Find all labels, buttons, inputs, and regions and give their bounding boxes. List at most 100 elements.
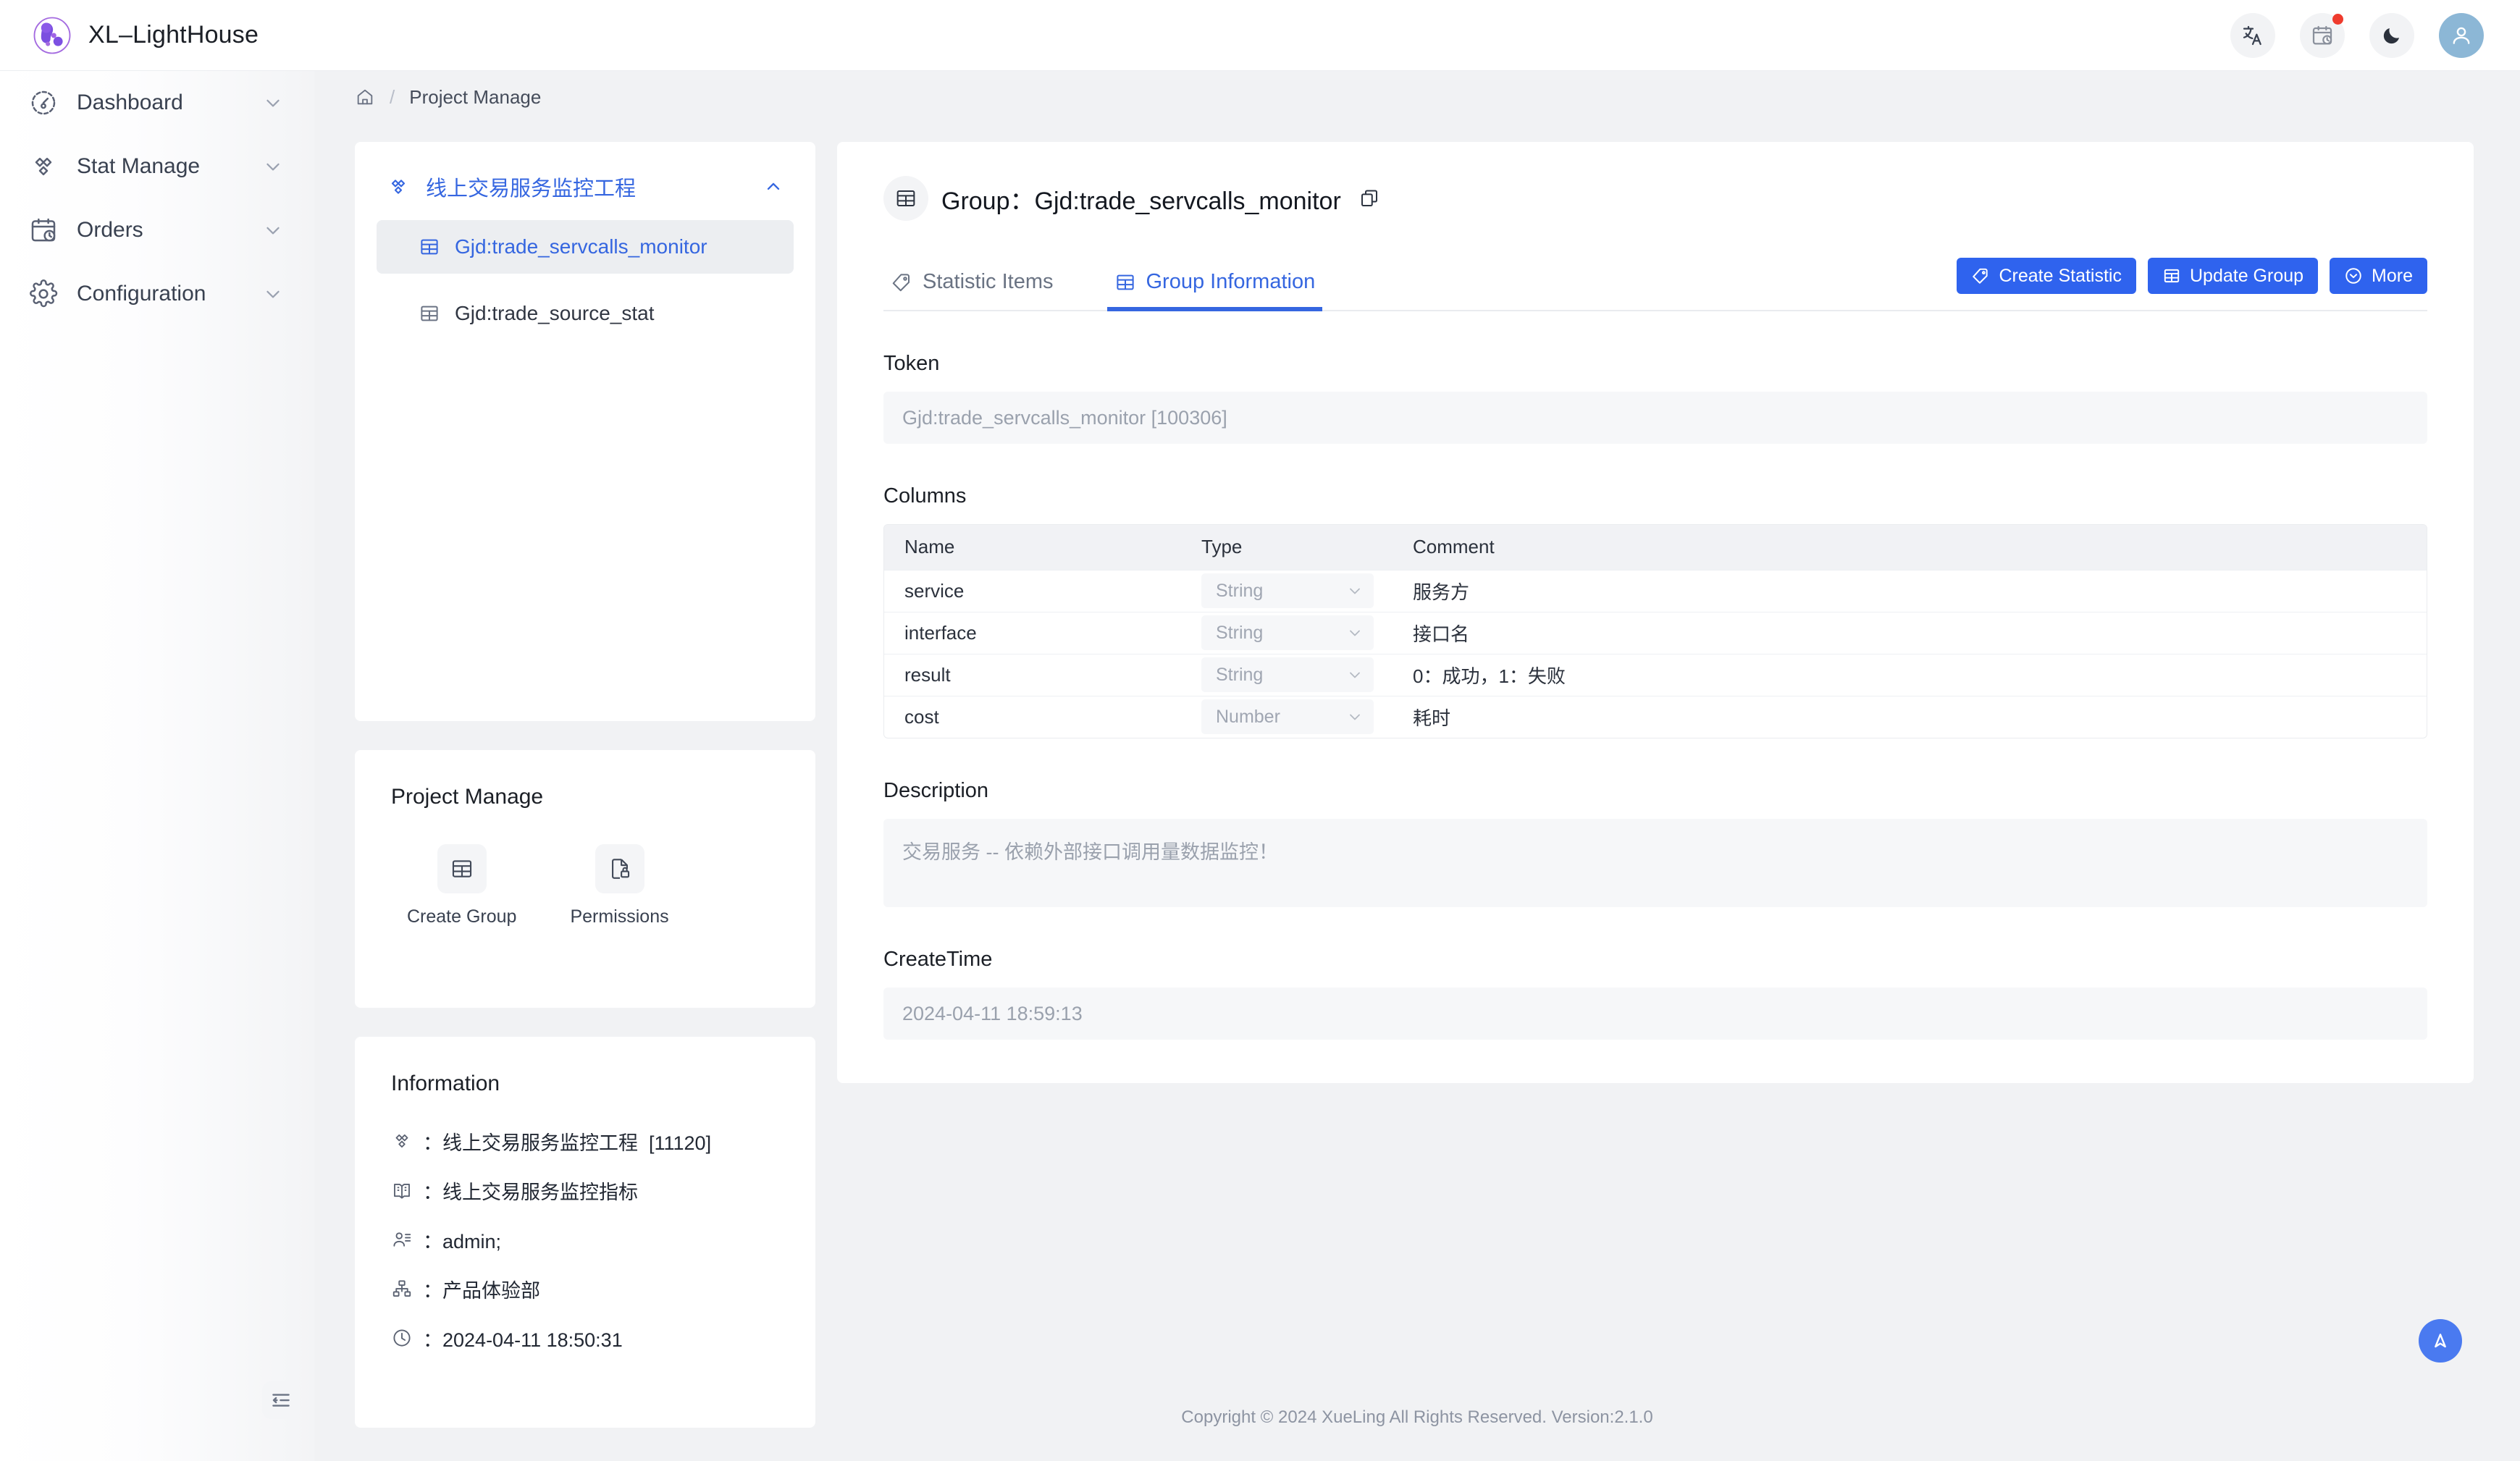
card-title: Information xyxy=(391,1071,500,1095)
footer-copyright: Copyright © 2024 XueLing All Rights Rese… xyxy=(1181,1407,1653,1427)
tab-label: Group Information xyxy=(1146,270,1316,293)
org-tree-icon xyxy=(391,1278,413,1300)
sidebar-item-stat-manage[interactable]: Stat Manage xyxy=(0,135,314,198)
info-text: ：线上交易服务监控指标 xyxy=(423,1181,638,1203)
moon-icon xyxy=(2383,28,2399,43)
info-text: ：产品体验部 xyxy=(423,1279,540,1302)
stat-diamond-icon xyxy=(387,175,410,198)
cell-name: interface xyxy=(884,611,1181,654)
create-statistic-button[interactable]: Create Statistic xyxy=(1957,258,2136,294)
cell-name: result xyxy=(884,653,1181,696)
type-select-value: Number xyxy=(1216,706,1280,727)
info-text: ：admin; xyxy=(423,1230,502,1252)
project-manage-card: Project Manage Create Group Permissions xyxy=(355,750,815,1008)
table-row: service String 服务方 xyxy=(884,569,2427,612)
tree-root-node[interactable]: 线上交易服务监控工程 xyxy=(377,167,794,207)
dark-mode-toggle[interactable] xyxy=(2369,12,2414,58)
table-icon xyxy=(883,176,928,221)
more-button[interactable]: More xyxy=(2330,258,2427,294)
cell-type: String xyxy=(1181,653,1393,696)
stat-diamond-icon xyxy=(29,152,58,181)
app-logo-icon xyxy=(33,17,71,54)
chevron-up-icon[interactable] xyxy=(763,177,784,197)
sidebar-item-configuration[interactable]: Configuration xyxy=(0,262,314,326)
translate-icon xyxy=(2243,25,2261,45)
group-header: Group：Gjd:trade_servcalls_monitor xyxy=(883,171,2427,226)
breadcrumb-current: Project Manage xyxy=(409,85,542,108)
users-icon xyxy=(391,1229,413,1250)
info-row-project: ：线上交易服务监控工程 [11120] xyxy=(391,1125,779,1157)
table-row: result String 0：成功，1：失败 xyxy=(884,653,2427,696)
button-label: More xyxy=(2372,265,2413,286)
scroll-top-arrow-icon xyxy=(2435,1334,2446,1348)
createtime-label: CreateTime xyxy=(883,948,993,971)
action-label: Permissions xyxy=(570,906,669,927)
tree-item-gjd-trade-servcalls-monitor[interactable]: Gjd:trade_servcalls_monitor xyxy=(377,220,794,274)
main-column: Group：Gjd:trade_servcalls_monitor Statis… xyxy=(837,142,2474,1428)
chevron-down-icon xyxy=(1346,624,1364,641)
button-label: Create Statistic xyxy=(1999,265,2122,286)
column-header-type: Type xyxy=(1181,525,1393,570)
cell-comment: 接口名 xyxy=(1393,611,2427,654)
circle-chevron-down-icon xyxy=(2344,266,2363,285)
action-label: Create Group xyxy=(407,906,517,927)
tree-item-gjd-trade-source-stat[interactable]: Gjd:trade_source_stat xyxy=(377,287,794,340)
content-area: 线上交易服务监控工程 Gjd:trade_servcalls_monitor G… xyxy=(314,123,2520,1428)
info-row-indicator: ：线上交易服务监控指标 xyxy=(391,1174,779,1206)
table-row: interface String 接口名 xyxy=(884,611,2427,654)
table-icon xyxy=(1114,271,1136,293)
cell-comment: 0：成功，1：失败 xyxy=(1393,653,2427,696)
update-group-button[interactable]: Update Group xyxy=(2147,258,2319,294)
table-icon xyxy=(437,844,487,893)
sidebar-item-orders[interactable]: Orders xyxy=(0,198,314,262)
type-select-value: String xyxy=(1216,580,1264,601)
brand-name: XL–LightHouse xyxy=(88,21,259,49)
type-select[interactable]: String xyxy=(1201,657,1374,692)
description-label: Description xyxy=(883,779,989,802)
permissions-button[interactable]: Permissions xyxy=(570,844,669,927)
info-text: ：2024-04-11 18:50:31 xyxy=(423,1329,623,1351)
scroll-to-top-button[interactable] xyxy=(2419,1319,2462,1363)
sidebar-item-dashboard[interactable]: Dashboard xyxy=(0,71,314,135)
token-label: Token xyxy=(883,352,940,375)
copy-icon[interactable] xyxy=(1358,188,1380,209)
breadcrumb-separator: / xyxy=(390,85,395,108)
chevron-down-icon xyxy=(262,92,284,114)
type-select[interactable]: String xyxy=(1201,573,1374,608)
info-row-created: ：2024-04-11 18:50:31 xyxy=(391,1322,779,1354)
create-group-button[interactable]: Create Group xyxy=(407,844,516,927)
brand[interactable]: XL–LightHouse xyxy=(32,15,259,56)
token-value: Gjd:trade_servcalls_monitor [100306] xyxy=(883,392,2427,444)
sidebar-collapse-button[interactable] xyxy=(262,1381,300,1419)
document-lock-icon xyxy=(595,844,644,893)
type-select[interactable]: String xyxy=(1201,615,1374,650)
calendar-icon-button[interactable] xyxy=(2300,12,2345,58)
home-icon[interactable] xyxy=(355,87,375,107)
cell-name: cost xyxy=(884,695,1181,738)
cell-comment: 服务方 xyxy=(1393,569,2427,612)
info-row-department: ：产品体验部 xyxy=(391,1273,779,1305)
column-header-name: Name xyxy=(884,525,1181,570)
sidebar-item-label: Configuration xyxy=(77,282,206,306)
breadcrumb: / Project Manage xyxy=(314,71,2520,123)
panel-action-buttons: Create Statistic Update Group More xyxy=(1957,258,2427,294)
user-avatar-icon xyxy=(2453,27,2470,44)
info-text: ：线上交易服务监控工程 [11120] xyxy=(423,1132,712,1154)
cell-type: String xyxy=(1181,611,1393,654)
tree-item-label: Gjd:trade_servcalls_monitor xyxy=(455,235,707,258)
table-row: cost Number 耗时 xyxy=(884,695,2427,738)
tab-statistic-items[interactable]: Statistic Items xyxy=(883,270,1061,310)
table-header-row: Name Type Comment xyxy=(884,525,2427,570)
sidebar-item-label: Orders xyxy=(77,218,143,242)
book-icon xyxy=(391,1179,413,1201)
cell-comment: 耗时 xyxy=(1393,695,2427,738)
tab-group-information[interactable]: Group Information xyxy=(1106,270,1323,311)
sidebar-item-label: Dashboard xyxy=(77,90,183,114)
gear-icon xyxy=(29,279,58,308)
translate-icon-button[interactable] xyxy=(2230,12,2275,58)
collapse-menu-icon xyxy=(272,1394,290,1407)
top-header-bar: XL–LightHouse xyxy=(0,0,2520,71)
user-avatar[interactable] xyxy=(2439,12,2484,58)
table-icon xyxy=(419,236,440,258)
type-select[interactable]: Number xyxy=(1201,699,1374,735)
